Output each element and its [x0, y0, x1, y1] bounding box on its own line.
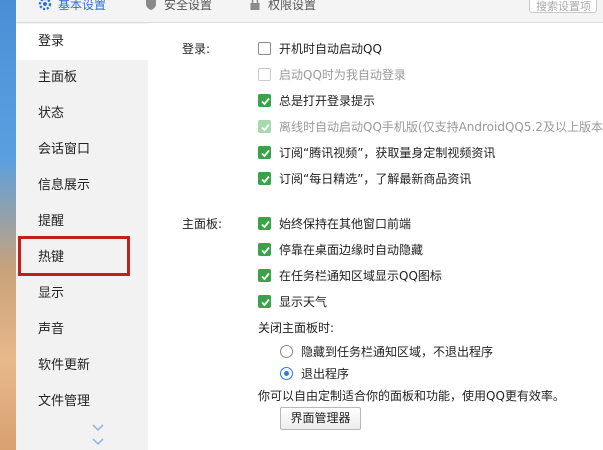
check-icon: [261, 149, 270, 157]
checkbox: [258, 119, 271, 133]
checkbox: [258, 67, 271, 81]
checkbox[interactable]: [258, 93, 271, 107]
hotkeys-highlight-box: [18, 236, 130, 276]
sidebar-item-chat-window[interactable]: 会话窗口: [16, 132, 148, 168]
checkbox[interactable]: [258, 268, 271, 282]
option-label: 显示天气: [279, 294, 328, 309]
option-label: 启动QQ时为我自动登录: [279, 67, 406, 82]
sidebar-item-software-update[interactable]: 软件更新: [16, 348, 148, 384]
sidebar-item-label: 声音: [38, 322, 65, 337]
sidebar-item-display[interactable]: 显示: [16, 276, 148, 312]
option-label: 开机时自动启动QQ: [279, 41, 382, 56]
lock-icon: [250, 0, 260, 10]
checkbox[interactable]: [258, 145, 271, 159]
check-icon: [261, 97, 270, 105]
tab-basic-settings[interactable]: 基本设置: [38, 0, 106, 14]
gear-icon: [38, 0, 52, 11]
chevron-down-icon[interactable]: [91, 423, 105, 433]
sidebar-item-label: 文件管理: [38, 394, 91, 409]
sidebar-item-sound[interactable]: 声音: [16, 312, 148, 348]
panel-option-show-weather[interactable]: 显示天气: [258, 293, 327, 309]
tab-security-settings[interactable]: 安全设置: [144, 0, 212, 14]
sidebar-item-main-panel[interactable]: 主面板: [16, 60, 148, 96]
tab-permission-label: 权限设置: [268, 0, 317, 12]
panel-option-tray-icon[interactable]: 在任务栏通知区域显示QQ图标: [258, 267, 442, 283]
check-icon: [261, 272, 270, 280]
option-label: 总是打开登录提示: [279, 93, 376, 108]
sidebar-item-label: 主面板: [38, 70, 78, 85]
sidebar-item-label: 显示: [38, 286, 65, 301]
login-option-show-prompt[interactable]: 总是打开登录提示: [258, 92, 375, 108]
check-icon: [261, 175, 270, 183]
desktop-background: [0, 0, 16, 450]
checkbox[interactable]: [258, 242, 271, 256]
sidebar-item-info-display[interactable]: 信息展示: [16, 168, 148, 204]
tab-basic-label: 基本设置: [58, 0, 107, 12]
checkbox[interactable]: [258, 41, 271, 55]
sidebar-item-label: 登录: [38, 34, 65, 49]
login-option-subscribe-video[interactable]: 订阅“腾讯视频”，获取量身定制视频资讯: [258, 144, 495, 160]
option-label: 在任务栏通知区域显示QQ图标: [279, 268, 442, 283]
close-panel-label: 关闭主面板时:: [258, 321, 335, 335]
option-label: 离线时自动启动QQ手机版(仅支持AndroidQQ5.2及以上版本): [279, 119, 603, 134]
option-label: 隐藏到任务栏通知区域，不退出程序: [301, 344, 494, 359]
tab-security-label: 安全设置: [164, 0, 213, 12]
login-option-offline-mobile: 离线时自动启动QQ手机版(仅支持AndroidQQ5.2及以上版本): [258, 118, 603, 134]
radio-button[interactable]: [280, 366, 293, 380]
option-label: 始终保持在其他窗口前端: [279, 216, 412, 231]
close-option-hide-to-tray[interactable]: 隐藏到任务栏通知区域，不退出程序: [280, 343, 493, 359]
chevron-down-icon[interactable]: [91, 437, 105, 447]
check-icon: [261, 246, 270, 254]
settings-search-input[interactable]: 搜索设置项: [529, 0, 597, 13]
checkbox[interactable]: [258, 294, 271, 308]
interface-manager-button[interactable]: 界面管理器: [280, 407, 361, 430]
main-panel-section-label: 主面板:: [182, 217, 223, 231]
tab-permission-settings[interactable]: 权限设置: [248, 0, 316, 14]
settings-tab-bar: 基本设置 安全设置 权限设置 搜索设置项: [16, 0, 603, 23]
sidebar-item-reminder[interactable]: 提醒: [16, 204, 148, 240]
login-option-subscribe-daily[interactable]: 订阅“每日精选”，了解最新商品资讯: [258, 170, 471, 186]
option-label: 停靠在桌面边缘时自动隐藏: [279, 242, 424, 257]
sidebar-item-label: 会话窗口: [38, 142, 91, 157]
panel-option-auto-hide[interactable]: 停靠在桌面边缘时自动隐藏: [258, 241, 423, 257]
login-section-label: 登录:: [182, 42, 211, 56]
option-label: 订阅“腾讯视频”，获取量身定制视频资讯: [279, 145, 496, 160]
sidebar-item-login[interactable]: 登录: [16, 24, 148, 60]
settings-content-panel: 登录: 开机时自动启动QQ 启动QQ时为我自动登录 总是打开登录提示 离线时自动…: [148, 23, 603, 450]
check-icon: [261, 220, 270, 228]
option-label: 退出程序: [301, 366, 350, 381]
sidebar-item-label: 状态: [38, 106, 65, 121]
shield-icon: [146, 0, 156, 10]
check-icon: [261, 123, 270, 131]
check-icon: [261, 298, 270, 306]
sidebar-item-label: 提醒: [38, 214, 65, 229]
close-option-exit[interactable]: 退出程序: [280, 365, 349, 381]
checkbox[interactable]: [258, 216, 271, 230]
sidebar-item-file-management[interactable]: 文件管理: [16, 384, 148, 420]
sidebar-item-label: 信息展示: [38, 178, 91, 193]
radio-button[interactable]: [280, 344, 293, 358]
panel-customize-hint: 你可以自由定制适合你的面板和功能，使用QQ更有效率。: [258, 389, 565, 403]
option-label: 订阅“每日精选”，了解最新商品资讯: [279, 171, 472, 186]
login-option-autostart[interactable]: 开机时自动启动QQ: [258, 40, 382, 56]
search-placeholder: 搜索设置项: [536, 0, 591, 13]
login-option-autologin: 启动QQ时为我自动登录: [258, 66, 406, 82]
sidebar-item-status[interactable]: 状态: [16, 96, 148, 132]
checkbox[interactable]: [258, 171, 271, 185]
panel-option-always-on-top[interactable]: 始终保持在其他窗口前端: [258, 215, 411, 231]
sidebar-item-label: 软件更新: [38, 358, 91, 373]
